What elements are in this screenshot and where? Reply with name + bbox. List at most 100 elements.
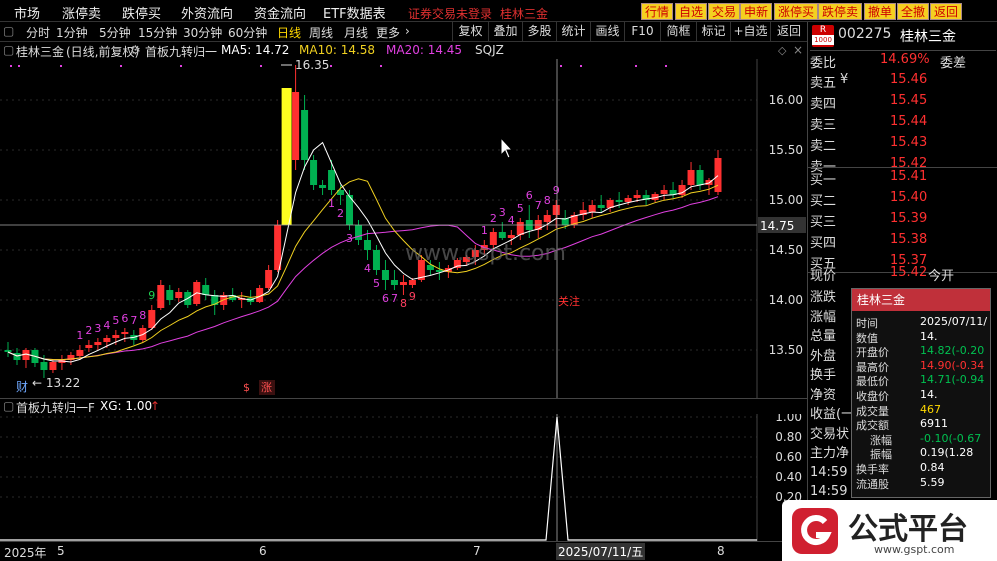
ask-row[interactable]: 卖五 15.46 [810, 72, 927, 92]
indicator-line: ▢ 桂林三金 (日线,前复权) ⚙ 首板九转归一 MA5: 14.72 MA10… [0, 43, 760, 59]
cursor-date: 2025/07/11/五 [556, 543, 646, 560]
tab-more[interactable]: 更多 [376, 24, 400, 41]
quick-cancel-all-button[interactable]: 全撤 [897, 3, 930, 20]
menu-market[interactable]: 市场 [14, 3, 40, 22]
nine-turn-count: 1 [481, 224, 488, 237]
stock-name: 桂林三金 [900, 29, 956, 45]
panel-toggle-icon[interactable]: ▢ [3, 43, 14, 57]
signal-dot [665, 65, 667, 67]
tooltip-row: 流通股 5.59 [856, 475, 945, 491]
candle-body [498, 232, 506, 238]
add-watchlist-button[interactable]: +自选 [730, 22, 770, 42]
close-panel-icon[interactable]: × [793, 43, 803, 57]
nine-turn-count: 6 [121, 312, 128, 325]
diamond-icon[interactable]: ◇ [778, 44, 786, 57]
price-axis-label: 13.50 [769, 343, 803, 357]
candle-body [363, 240, 371, 250]
candle-body [328, 170, 336, 190]
menu-limit-down-buy[interactable]: 跌停买 [122, 3, 161, 22]
bid-row[interactable]: 买一 15.41 [810, 169, 927, 189]
candle-body [588, 205, 596, 212]
nine-turn-count: 3 [94, 322, 101, 335]
tab-intraday[interactable]: 分时 [26, 24, 50, 41]
quick-ipo-button[interactable]: 申新 [740, 3, 773, 20]
formula-name[interactable]: 首板九转归一 [145, 43, 217, 60]
quick-watchlist-button[interactable]: 自选 [675, 3, 708, 20]
quote-field-row: 涨跌 [810, 290, 837, 305]
menu-foreign-flow[interactable]: 外资流向 [181, 3, 233, 22]
sqjz-label: SQJZ [475, 43, 504, 57]
gspt-logo: 公式平台 www.gspt.com [782, 500, 997, 561]
tab-5min[interactable]: 5分钟 [99, 24, 131, 41]
candle-body [157, 285, 165, 308]
tab-1min[interactable]: 1分钟 [56, 24, 88, 41]
candle-body [507, 235, 515, 238]
candlestick-chart[interactable]: 16.0015.5015.0014.5014.0013.501 2 3 4 5 6 7 891… [0, 59, 807, 398]
quick-quotes-button[interactable]: 行情 [641, 3, 674, 20]
current-price-row: 现价 15.42 今开 [810, 265, 955, 284]
toggle-square-icon[interactable]: ▢ [3, 24, 14, 38]
quick-back-button[interactable]: 返回 [930, 3, 963, 20]
bid-row[interactable]: 买二 15.40 [810, 190, 927, 210]
candle-body [121, 332, 129, 334]
menu-capital-flow[interactable]: 资金流向 [254, 3, 306, 22]
ask-row[interactable]: 卖四 15.45 [810, 93, 927, 113]
simple-frame-button[interactable]: 简框 [660, 22, 696, 42]
candle-body [696, 170, 704, 185]
settings-gear-icon[interactable]: ⚙ [130, 43, 141, 57]
up-arrow-icon: ↑ [150, 399, 161, 413]
xg-signal-chart[interactable]: 1.000.800.600.400.20 [0, 414, 807, 541]
quick-limitup-buy-button[interactable]: 涨停买 [774, 3, 819, 20]
candle-body [399, 282, 407, 285]
nine-turn-count: 1 [76, 329, 83, 342]
quick-trade-button[interactable]: 交易 [708, 3, 741, 20]
candle-body [103, 338, 111, 342]
overlay-button[interactable]: 叠加 [488, 22, 522, 42]
ask-row[interactable]: 卖三 15.44 [810, 114, 927, 134]
candle-body [552, 205, 560, 215]
quick-cancel-button[interactable]: 撤单 [864, 3, 897, 20]
menu-etf-table[interactable]: ETF数据表 [323, 3, 386, 22]
tab-daily[interactable]: 日线 [277, 24, 301, 41]
quick-limitdown-sell-button[interactable]: 跌停卖 [818, 3, 863, 20]
tab-30min[interactable]: 30分钟 [183, 24, 222, 41]
price-axis-label: 14.00 [769, 293, 803, 307]
back-button[interactable]: 返回 [770, 22, 807, 42]
nine-turn-count: 2 [85, 324, 92, 337]
candle-body [381, 270, 389, 280]
f10-button[interactable]: F10 [624, 22, 660, 42]
watermark-text: www.gspt.com [405, 241, 566, 266]
quote-field-row: 总量 [810, 329, 837, 344]
multi-stock-button[interactable]: 多股 [522, 22, 556, 42]
date-axis-aug: 8 [717, 544, 725, 558]
candle-body [319, 185, 327, 188]
candle-body [660, 190, 668, 194]
ask-row[interactable]: 卖二 15.43 [810, 135, 927, 155]
bid-row[interactable]: 买三 15.39 [810, 211, 927, 231]
signal-dot [18, 65, 20, 67]
candle-body [310, 160, 318, 185]
more-chevron-icon[interactable]: › [405, 24, 410, 38]
signal-dot [180, 65, 182, 67]
bid-row[interactable]: 买四 15.38 [810, 232, 927, 252]
stats-button[interactable]: 统计 [556, 22, 590, 42]
adjust-button[interactable]: 复权 [452, 22, 488, 42]
signal-dot [330, 65, 332, 67]
nine-turn-count: 8 [139, 309, 146, 322]
draw-line-button[interactable]: 画线 [590, 22, 624, 42]
trade-login-status[interactable]: 证券交易未登录 [408, 5, 492, 22]
tab-60min[interactable]: 60分钟 [228, 24, 267, 41]
candle-body [624, 198, 632, 202]
tab-15min[interactable]: 15分钟 [138, 24, 177, 41]
candle-body [166, 290, 174, 300]
sub-toggle-icon[interactable]: ▢ [3, 399, 14, 413]
tab-monthly[interactable]: 月线 [344, 24, 368, 41]
tab-weekly[interactable]: 周线 [309, 24, 333, 41]
quote-field-row: 涨幅 [810, 309, 837, 325]
candle-body [633, 195, 641, 198]
signal-dot [635, 65, 637, 67]
mark-button[interactable]: 标记 [696, 22, 730, 42]
candle-body [148, 310, 156, 328]
menu-limit-up-sell[interactable]: 涨停卖 [62, 3, 101, 22]
candle-body [390, 280, 398, 285]
